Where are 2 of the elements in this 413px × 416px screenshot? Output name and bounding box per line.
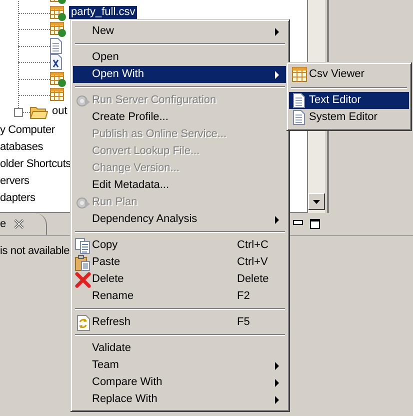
tab-label: e	[0, 218, 6, 230]
status-message: is not available	[0, 245, 70, 258]
